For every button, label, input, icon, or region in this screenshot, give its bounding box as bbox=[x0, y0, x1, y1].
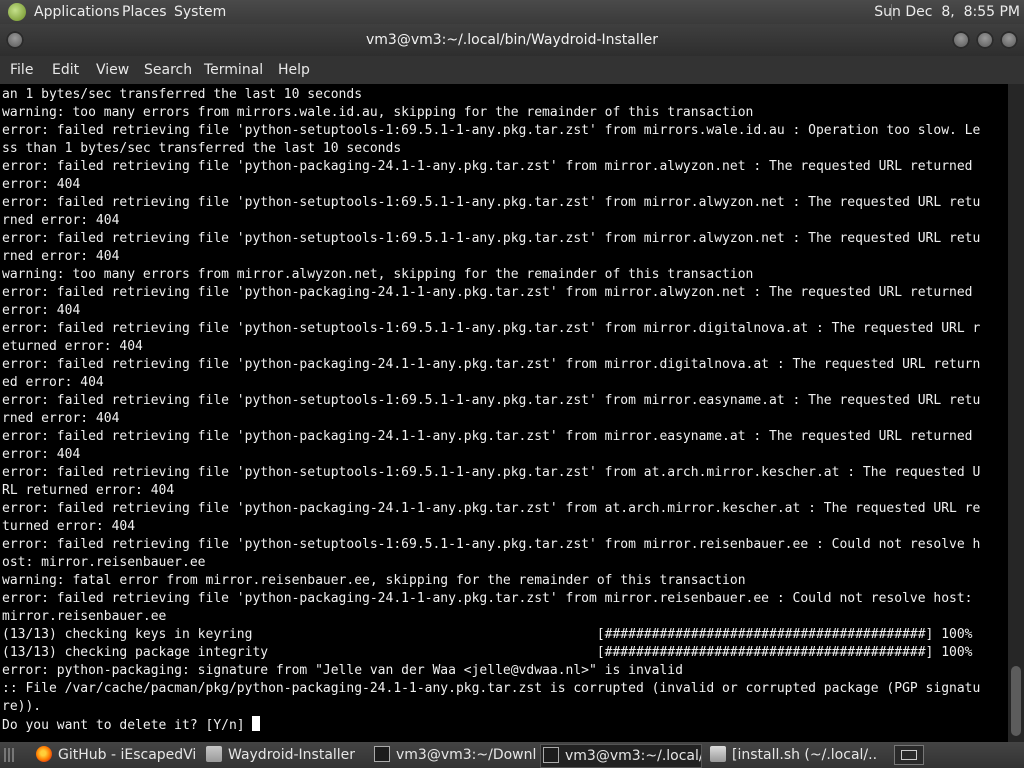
terminal-cursor bbox=[252, 716, 261, 731]
places-menu[interactable]: Places bbox=[122, 0, 167, 24]
menu-help[interactable]: Help bbox=[278, 56, 310, 84]
terminal-line: rned error: 404 bbox=[2, 213, 120, 228]
applications-menu[interactable]: Applications bbox=[34, 0, 120, 24]
menu-terminal[interactable]: Terminal bbox=[204, 56, 263, 84]
terminal-line: rned error: 404 bbox=[2, 249, 120, 264]
terminal-line: error: failed retrieving file 'python-pa… bbox=[2, 591, 973, 606]
task-label: [install.sh (~/.local/... bbox=[732, 747, 876, 763]
scrollbar-thumb[interactable] bbox=[1011, 666, 1021, 736]
terminal-line: error: failed retrieving file 'python-se… bbox=[2, 195, 981, 210]
window-title: vm3@vm3:~/.local/bin/Waydroid-Installer bbox=[365, 32, 659, 48]
task-terminal-local-active[interactable]: vm3@vm3:~/.local/... bbox=[540, 744, 702, 768]
terminal-scrollbar[interactable] bbox=[1008, 84, 1024, 742]
terminal-line: error: failed retrieving file 'python-se… bbox=[2, 231, 981, 246]
terminal-line: error: failed retrieving file 'python-se… bbox=[2, 321, 981, 336]
menu-edit[interactable]: Edit bbox=[52, 56, 79, 84]
terminal-line: warning: too many errors from mirrors.wa… bbox=[2, 105, 754, 120]
menu-view[interactable]: View bbox=[96, 56, 129, 84]
terminal-icon bbox=[543, 747, 559, 763]
top-panel: Applications Places System Sun Dec 8, 8:… bbox=[0, 0, 1024, 24]
window-titlebar[interactable]: vm3@vm3:~/.local/bin/Waydroid-Installer bbox=[0, 24, 1024, 56]
terminal-line: error: failed retrieving file 'python-se… bbox=[2, 537, 981, 552]
terminal-line: warning: too many errors from mirror.alw… bbox=[2, 267, 754, 282]
terminal-line: error: failed retrieving file 'python-pa… bbox=[2, 285, 973, 300]
terminal-line: ss than 1 bytes/sec transferred the last… bbox=[2, 141, 402, 156]
show-desktop-button[interactable] bbox=[894, 745, 924, 765]
menu-file[interactable]: File bbox=[10, 56, 33, 84]
task-label: Waydroid-Installer bbox=[228, 747, 356, 763]
terminal-line: error: failed retrieving file 'python-pa… bbox=[2, 159, 973, 174]
firefox-icon bbox=[36, 746, 52, 762]
terminal-line: RL returned error: 404 bbox=[2, 483, 175, 498]
terminal-line: (13/13) checking keys in keyring [######… bbox=[2, 627, 973, 642]
terminal-line: error: failed retrieving file 'python-pa… bbox=[2, 429, 973, 444]
clock[interactable]: Sun Dec 8, 8:55 PM bbox=[874, 0, 1024, 24]
terminal-line: (13/13) checking package integrity [####… bbox=[2, 645, 973, 660]
terminal-line: warning: fatal error from mirror.reisenb… bbox=[2, 573, 746, 588]
minimize-button[interactable] bbox=[952, 31, 970, 49]
taskbar-handle bbox=[4, 748, 16, 762]
maximize-button[interactable] bbox=[976, 31, 994, 49]
terminal-line: turned error: 404 bbox=[2, 519, 136, 534]
terminal-line: ed error: 404 bbox=[2, 375, 104, 390]
terminal-icon bbox=[374, 746, 390, 762]
gnome-foot-icon[interactable] bbox=[8, 3, 26, 21]
folder-icon bbox=[206, 746, 222, 762]
terminal-line: re)). bbox=[2, 699, 42, 714]
task-waydroid-folder[interactable]: Waydroid-Installer bbox=[206, 744, 366, 766]
terminal-line: error: 404 bbox=[2, 303, 81, 318]
terminal-line: ost: mirror.reisenbauer.ee bbox=[2, 555, 206, 570]
terminal-line: Do you want to delete it? [Y/n] bbox=[2, 718, 253, 733]
task-label: vm3@vm3:~/Downl... bbox=[396, 747, 536, 763]
terminal-line: mirror.reisenbauer.ee bbox=[2, 609, 167, 624]
terminal-line: :: File /var/cache/pacman/pkg/python-pac… bbox=[2, 681, 981, 696]
task-label: GitHub - iEscapedVi... bbox=[58, 747, 196, 763]
text-editor-icon bbox=[710, 746, 726, 762]
terminal-line: error: failed retrieving file 'python-pa… bbox=[2, 501, 981, 516]
system-menu[interactable]: System bbox=[174, 0, 226, 24]
task-github-firefox[interactable]: GitHub - iEscapedVi... bbox=[36, 744, 196, 766]
terminal-line: error: python-packaging: signature from … bbox=[2, 663, 683, 678]
terminal-line: error: failed retrieving file 'python-pa… bbox=[2, 357, 981, 372]
terminal-line: rned error: 404 bbox=[2, 411, 120, 426]
terminal-line: error: failed retrieving file 'python-se… bbox=[2, 123, 981, 138]
terminal-line: error: 404 bbox=[2, 177, 81, 192]
task-label: vm3@vm3:~/.local/... bbox=[565, 748, 702, 764]
taskbar: GitHub - iEscapedVi... Waydroid-Installe… bbox=[0, 742, 1024, 768]
terminal-text: an 1 bytes/sec transferred the last 10 s… bbox=[2, 86, 980, 735]
task-text-editor[interactable]: [install.sh (~/.local/... bbox=[710, 744, 876, 766]
terminal-line: error: failed retrieving file 'python-se… bbox=[2, 465, 981, 480]
terminal-line: an 1 bytes/sec transferred the last 10 s… bbox=[2, 87, 363, 102]
terminal-output[interactable]: an 1 bytes/sec transferred the last 10 s… bbox=[0, 84, 1008, 742]
terminal-line: eturned error: 404 bbox=[2, 339, 143, 354]
menubar: File Edit View Search Terminal Help bbox=[0, 56, 1024, 84]
terminal-line: error: 404 bbox=[2, 447, 81, 462]
task-terminal-downloads[interactable]: vm3@vm3:~/Downl... bbox=[374, 744, 536, 766]
menu-search[interactable]: Search bbox=[144, 56, 192, 84]
terminal-line: error: failed retrieving file 'python-se… bbox=[2, 393, 981, 408]
close-button[interactable] bbox=[1000, 31, 1018, 49]
